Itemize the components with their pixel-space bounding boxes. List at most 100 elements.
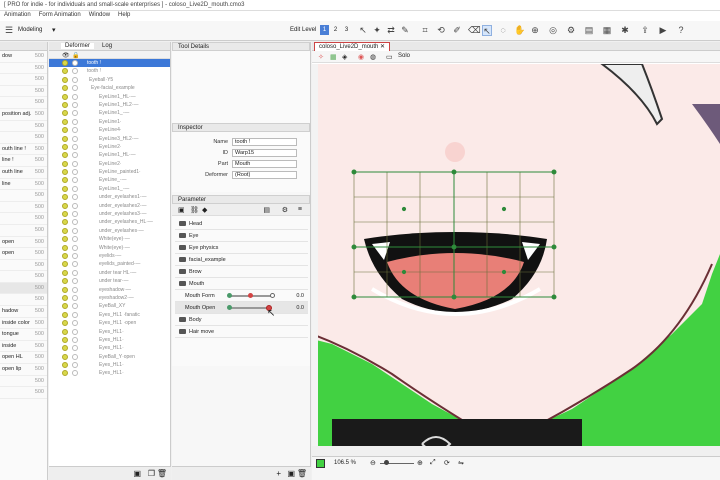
delete-icon[interactable]: 🗑 (157, 469, 167, 478)
part-row[interactable]: 500 (0, 271, 47, 283)
part-row-value[interactable]: 500 (35, 376, 44, 387)
part-row-value[interactable]: 500 (35, 294, 44, 305)
canvas-scrollbar[interactable] (312, 446, 720, 456)
deformer-row[interactable]: under_eyelashes·— (49, 227, 170, 235)
deformer-row[interactable]: eyeshadow·— (49, 286, 170, 294)
visibility-eye-icon[interactable] (62, 294, 68, 301)
deformer-row[interactable]: under tear HL·— (49, 269, 170, 277)
visibility-eye-icon[interactable] (62, 202, 68, 209)
part-row[interactable]: outh line 500 (0, 167, 47, 179)
deformer-row[interactable]: EyeLine1_HL2·— (49, 101, 170, 109)
deformer-row[interactable]: eyeshadow2·— (49, 294, 170, 302)
deformer-row[interactable]: Eyes_HL1· (49, 369, 170, 377)
duplicate-icon[interactable]: ❐ (148, 469, 155, 478)
part-row-value[interactable]: 500 (35, 167, 44, 178)
slider-track[interactable] (229, 307, 271, 309)
deformer-row[interactable]: EyeLine1_·— (49, 109, 170, 117)
lock-icon[interactable] (72, 261, 78, 268)
part-row-value[interactable]: 500 (35, 109, 44, 120)
slider-value[interactable]: 0.0 (296, 290, 304, 302)
modeling-icon[interactable]: ☰ (4, 25, 14, 36)
visibility-icon[interactable]: ◉ (358, 53, 364, 61)
part-row[interactable]: 500 (0, 225, 47, 237)
part-row-value[interactable]: 500 (35, 271, 44, 282)
part-row-value[interactable]: 500 (35, 318, 44, 329)
lock-icon[interactable] (72, 68, 78, 75)
part-row[interactable]: 500 (0, 387, 47, 399)
part-row-value[interactable]: 500 (35, 260, 44, 271)
canvas-tab[interactable]: coloso_Live2D_mouth ✕ (314, 42, 391, 51)
mesh-tool-icon[interactable]: ⌗ (420, 25, 430, 36)
param-key-icon[interactable]: ◆ (202, 206, 207, 214)
deformer-row[interactable]: EyeLine3_HL2·— (49, 135, 170, 143)
physics-icon[interactable]: ✱ (620, 25, 630, 36)
visibility-eye-icon[interactable] (62, 135, 68, 142)
visibility-eye-icon[interactable] (62, 211, 68, 218)
lock-icon[interactable] (72, 194, 78, 201)
deformer-row[interactable]: Eyes_HL1 ·fanatic (49, 311, 170, 319)
part-row[interactable]: position adj. 500 (0, 109, 47, 121)
part-row-value[interactable]: 500 (35, 225, 44, 236)
part-row-value[interactable]: 500 (35, 155, 44, 166)
deformer-row[interactable]: EyeLine1· (49, 118, 170, 126)
visibility-eye-icon[interactable] (62, 76, 68, 83)
settings-icon[interactable]: ⚙ (566, 25, 576, 36)
lock-icon[interactable] (72, 286, 78, 293)
lasso-tool-icon[interactable]: ◌ (498, 25, 508, 36)
visibility-eye-icon[interactable] (62, 177, 68, 184)
deformer-row[interactable]: under_eyelashes_HL·— (49, 218, 170, 226)
parts-tab[interactable] (0, 42, 47, 51)
group-hair-move[interactable]: Hair move (175, 326, 308, 338)
animation-icon[interactable]: ▶ (658, 25, 668, 36)
layer-icon[interactable]: ▤ (584, 25, 594, 36)
part-row[interactable]: tongue 500 (0, 329, 47, 341)
visibility-eye-icon[interactable] (62, 353, 68, 360)
part-row[interactable]: inside 500 (0, 341, 47, 353)
part-row[interactable]: open lip 500 (0, 364, 47, 376)
lock-icon[interactable] (72, 219, 78, 226)
model-viewport[interactable] (312, 64, 720, 468)
group-brow[interactable]: Brow (175, 266, 308, 278)
group-head[interactable]: Head (175, 218, 308, 230)
mode-dropdown-icon[interactable]: ▾ (52, 26, 60, 34)
param-list-icon[interactable]: ▤ (263, 206, 270, 214)
deformer-select[interactable]: (Root) (232, 171, 297, 179)
deformer-row[interactable]: under tear·— (49, 277, 170, 285)
visibility-eye-icon[interactable] (62, 93, 68, 100)
deformer-row[interactable]: Eyeball·Y5 (49, 76, 170, 84)
deformer-row[interactable]: under_eyelashes3·— (49, 210, 170, 218)
visibility-eye-icon[interactable] (62, 345, 68, 352)
part-row-value[interactable]: 500 (35, 63, 44, 74)
lock-icon[interactable] (72, 278, 78, 285)
group-eye[interactable]: Eye (175, 230, 308, 242)
param-folder-icon[interactable]: ▣ (287, 469, 295, 478)
part-row-value[interactable]: 500 (35, 387, 44, 398)
part-row[interactable]: open HL 500 (0, 352, 47, 365)
part-row[interactable]: line 500 (0, 179, 47, 191)
lock-icon[interactable] (72, 60, 78, 66)
visibility-eye-icon[interactable] (62, 278, 68, 285)
visibility-eye-icon[interactable] (62, 261, 68, 268)
visibility-eye-icon[interactable] (62, 127, 68, 134)
menu-form-animation[interactable]: Form Animation (39, 12, 81, 20)
help-icon[interactable]: ? (676, 25, 686, 36)
lock-icon[interactable] (72, 236, 78, 243)
onion-icon[interactable]: ◍ (370, 53, 376, 61)
deformer-row[interactable]: White(eye)·— (49, 244, 170, 252)
brush-tool-icon[interactable]: ✐ (452, 25, 462, 36)
param-link-icon[interactable]: ⛓ (190, 206, 199, 214)
deformer-row[interactable]: Eyes_HL1· (49, 336, 170, 344)
zoom-out-icon[interactable]: ⊖ (370, 459, 376, 467)
deformer-row[interactable]: Eyes_HL1· (49, 328, 170, 336)
deformer-row[interactable]: Eye·facial_example (49, 84, 170, 92)
part-row[interactable]: open 500 (0, 237, 47, 249)
lock-icon[interactable] (72, 345, 78, 352)
param-settings-icon[interactable]: ⚙ (282, 206, 288, 214)
edit-level-2[interactable]: 2 (331, 25, 340, 35)
lock-icon[interactable] (72, 294, 78, 301)
slider-value[interactable]: 0.0 (296, 302, 304, 314)
part-row-value[interactable]: 500 (35, 190, 44, 201)
guide-icon[interactable]: ▭ (386, 53, 393, 61)
lock-icon[interactable] (72, 118, 78, 125)
part-row-value[interactable]: 500 (35, 306, 44, 317)
